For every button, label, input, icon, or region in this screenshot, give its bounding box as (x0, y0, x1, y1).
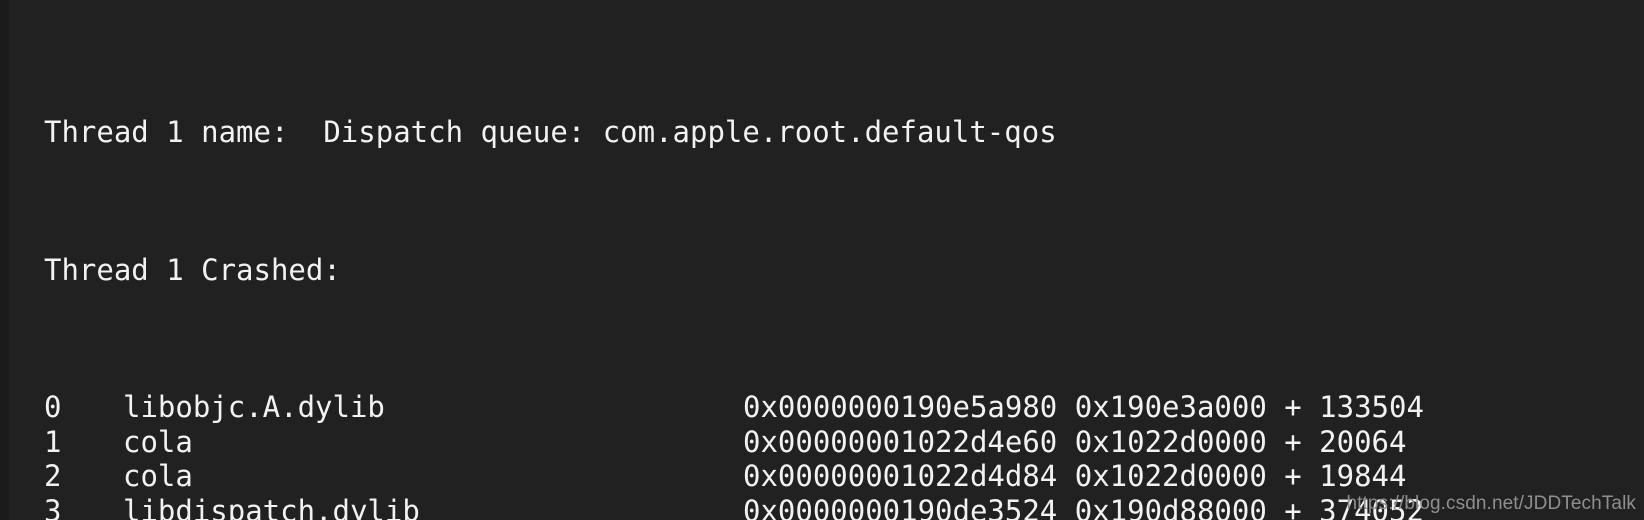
stack-frame-row: 0 libobjc.A.dylib 0x0000000190e5a980 0x190… (44, 390, 1644, 424)
frame-binary-image: libobjc.A.dylib (123, 390, 385, 425)
frame-index: 2 (44, 459, 62, 494)
thread-crashed-line: Thread 1 Crashed: (44, 252, 341, 287)
crash-log-screenshot: Thread 1 name: Dispatch queue: com.apple… (0, 0, 1644, 520)
stack-frame-row: 2 cola 0x00000001022d4d84 0x1022d0000 + 19… (44, 459, 1644, 493)
frame-index: 1 (44, 424, 62, 459)
frame-index: 3 (44, 493, 62, 520)
stack-frame-row: 1 cola 0x00000001022d4e60 0x1022d0000 + 20… (44, 425, 1644, 459)
frame-address-info: 0x0000000190de3524 0x190d88000 + 374052 (743, 493, 1424, 520)
frame-address-info: 0x0000000190e5a980 0x190e3a000 + 133504 (743, 390, 1424, 425)
thread-name-line: Thread 1 name: Dispatch queue: com.apple… (44, 115, 1057, 150)
frame-binary-image: libdispatch.dylib (123, 493, 420, 520)
frame-address-info: 0x00000001022d4e60 0x1022d0000 + 20064 (743, 424, 1407, 459)
left-gutter (0, 0, 9, 520)
frame-binary-image: cola (123, 459, 193, 494)
frame-index: 0 (44, 390, 62, 425)
crash-log-text-area[interactable]: Thread 1 name: Dispatch queue: com.apple… (44, 12, 1644, 520)
frame-address-info: 0x00000001022d4d84 0x1022d0000 + 19844 (743, 459, 1407, 494)
frame-binary-image: cola (123, 424, 193, 459)
watermark-url: https://blog.csdn.net/JDDTechTalk (1346, 493, 1636, 514)
